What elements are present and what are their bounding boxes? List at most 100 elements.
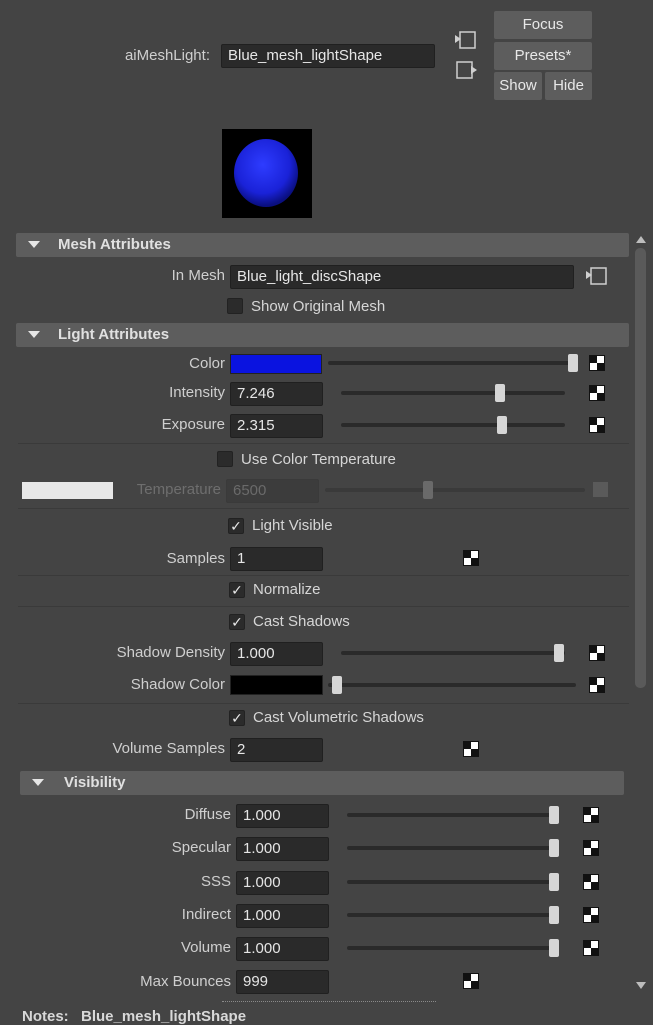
- cast-shadows-checkbox[interactable]: ✓: [229, 614, 245, 630]
- normalize-checkbox[interactable]: ✓: [229, 582, 245, 598]
- samples-label: Samples: [166, 550, 225, 567]
- map-button-icon[interactable]: [583, 840, 599, 856]
- sss-slider-handle[interactable]: [549, 873, 559, 891]
- light-visible-checkbox[interactable]: ✓: [228, 518, 244, 534]
- in-mesh-field[interactable]: Blue_light_discShape: [230, 265, 574, 289]
- volume-slider-handle[interactable]: [549, 939, 559, 957]
- section-title: Light Attributes: [58, 326, 170, 343]
- shadow-color-slider-track[interactable]: [328, 683, 576, 687]
- map-button-icon[interactable]: [589, 677, 605, 693]
- map-button-icon[interactable]: [589, 645, 605, 661]
- select-output-icon[interactable]: [454, 60, 478, 80]
- temperature-slider-handle: [423, 481, 433, 499]
- map-button-icon[interactable]: [583, 940, 599, 956]
- shadow-density-label: Shadow Density: [116, 644, 225, 661]
- color-slider-track[interactable]: [328, 361, 576, 365]
- color-label: Color: [189, 355, 225, 372]
- show-button[interactable]: Show: [494, 72, 542, 100]
- focus-button[interactable]: Focus: [494, 11, 592, 39]
- light-attributes-header[interactable]: Light Attributes: [16, 323, 629, 347]
- divider: [18, 575, 629, 576]
- indirect-slider-track[interactable]: [347, 913, 559, 917]
- temperature-field: 6500: [226, 479, 319, 503]
- show-original-mesh-label: Show Original Mesh: [251, 298, 386, 315]
- in-mesh-label: In Mesh: [171, 267, 225, 284]
- material-preview[interactable]: [222, 129, 312, 218]
- exposure-field[interactable]: 2.315: [230, 414, 323, 438]
- volume-label: Volume: [180, 939, 231, 956]
- volume-slider-track[interactable]: [347, 946, 559, 950]
- shadow-color-swatch[interactable]: [230, 675, 323, 695]
- collapse-triangle-icon: [28, 241, 40, 248]
- indirect-label: Indirect: [181, 906, 231, 923]
- section-title: Visibility: [64, 774, 126, 791]
- diffuse-slider-handle[interactable]: [549, 806, 559, 824]
- scrollbar[interactable]: [634, 236, 647, 996]
- divider: [18, 508, 629, 509]
- map-button-icon[interactable]: [463, 741, 479, 757]
- map-button-icon[interactable]: [463, 550, 479, 566]
- sss-field[interactable]: 1.000: [236, 871, 329, 895]
- map-button-icon[interactable]: [463, 973, 479, 989]
- color-slider-handle[interactable]: [568, 354, 578, 372]
- volume-samples-field[interactable]: 2: [230, 738, 323, 762]
- temperature-label: Temperature: [136, 481, 221, 498]
- node-type-label: aiMeshLight:: [124, 47, 210, 64]
- map-button-icon[interactable]: [583, 907, 599, 923]
- cast-volumetric-shadows-checkbox[interactable]: ✓: [229, 710, 245, 726]
- color-swatch[interactable]: [230, 354, 322, 374]
- hide-button[interactable]: Hide: [545, 72, 592, 100]
- intensity-field[interactable]: 7.246: [230, 382, 323, 406]
- shadow-color-label: Shadow Color: [130, 676, 225, 693]
- indirect-slider-handle[interactable]: [549, 906, 559, 924]
- intensity-slider-track[interactable]: [341, 391, 565, 395]
- samples-field[interactable]: 1: [230, 547, 323, 571]
- cast-shadows-label: Cast Shadows: [253, 613, 350, 630]
- map-button-icon[interactable]: [583, 807, 599, 823]
- specular-field[interactable]: 1.000: [236, 837, 329, 861]
- diffuse-slider-track[interactable]: [347, 813, 559, 817]
- cast-volumetric-shadows-label: Cast Volumetric Shadows: [253, 709, 424, 726]
- shadow-density-slider-handle[interactable]: [554, 644, 564, 662]
- select-input-icon[interactable]: [454, 30, 478, 50]
- map-button-icon[interactable]: [589, 417, 605, 433]
- connect-input-icon[interactable]: [585, 266, 609, 286]
- intensity-slider-handle[interactable]: [495, 384, 505, 402]
- section-title: Mesh Attributes: [58, 236, 171, 253]
- map-button-icon[interactable]: [583, 874, 599, 890]
- mesh-attributes-header[interactable]: Mesh Attributes: [16, 233, 629, 257]
- sss-label: SSS: [200, 873, 231, 890]
- specular-label: Specular: [171, 839, 231, 856]
- divider: [18, 606, 629, 607]
- show-original-mesh-checkbox[interactable]: [227, 298, 243, 314]
- shadow-density-field[interactable]: 1.000: [230, 642, 323, 666]
- notes-label: Notes:: [22, 1008, 69, 1025]
- sss-slider-track[interactable]: [347, 880, 559, 884]
- shadow-color-slider-handle[interactable]: [332, 676, 342, 694]
- specular-slider-track[interactable]: [347, 846, 559, 850]
- presets-button[interactable]: Presets*: [494, 42, 592, 70]
- shadow-density-slider-track[interactable]: [341, 651, 565, 655]
- specular-slider-handle[interactable]: [549, 839, 559, 857]
- normalize-label: Normalize: [253, 581, 321, 598]
- use-color-temperature-checkbox[interactable]: [217, 451, 233, 467]
- indirect-field[interactable]: 1.000: [236, 904, 329, 928]
- scroll-up-arrow-icon[interactable]: [636, 236, 646, 243]
- diffuse-field[interactable]: 1.000: [236, 804, 329, 828]
- splitter-handle[interactable]: [222, 1001, 436, 1002]
- map-button-icon[interactable]: [589, 355, 605, 371]
- scroll-down-arrow-icon[interactable]: [636, 982, 646, 989]
- volume-field[interactable]: 1.000: [236, 937, 329, 961]
- map-button-icon[interactable]: [589, 385, 605, 401]
- exposure-slider-track[interactable]: [341, 423, 565, 427]
- volume-samples-label: Volume Samples: [112, 740, 225, 757]
- scrollbar-thumb[interactable]: [635, 248, 646, 688]
- max-bounces-field[interactable]: 999: [236, 970, 329, 994]
- exposure-slider-handle[interactable]: [497, 416, 507, 434]
- collapse-triangle-icon: [32, 779, 44, 786]
- max-bounces-label: Max Bounces: [140, 973, 231, 990]
- divider: [18, 703, 629, 704]
- visibility-header[interactable]: Visibility: [20, 771, 624, 795]
- intensity-label: Intensity: [169, 384, 225, 401]
- node-name-field[interactable]: Blue_mesh_lightShape: [221, 44, 435, 68]
